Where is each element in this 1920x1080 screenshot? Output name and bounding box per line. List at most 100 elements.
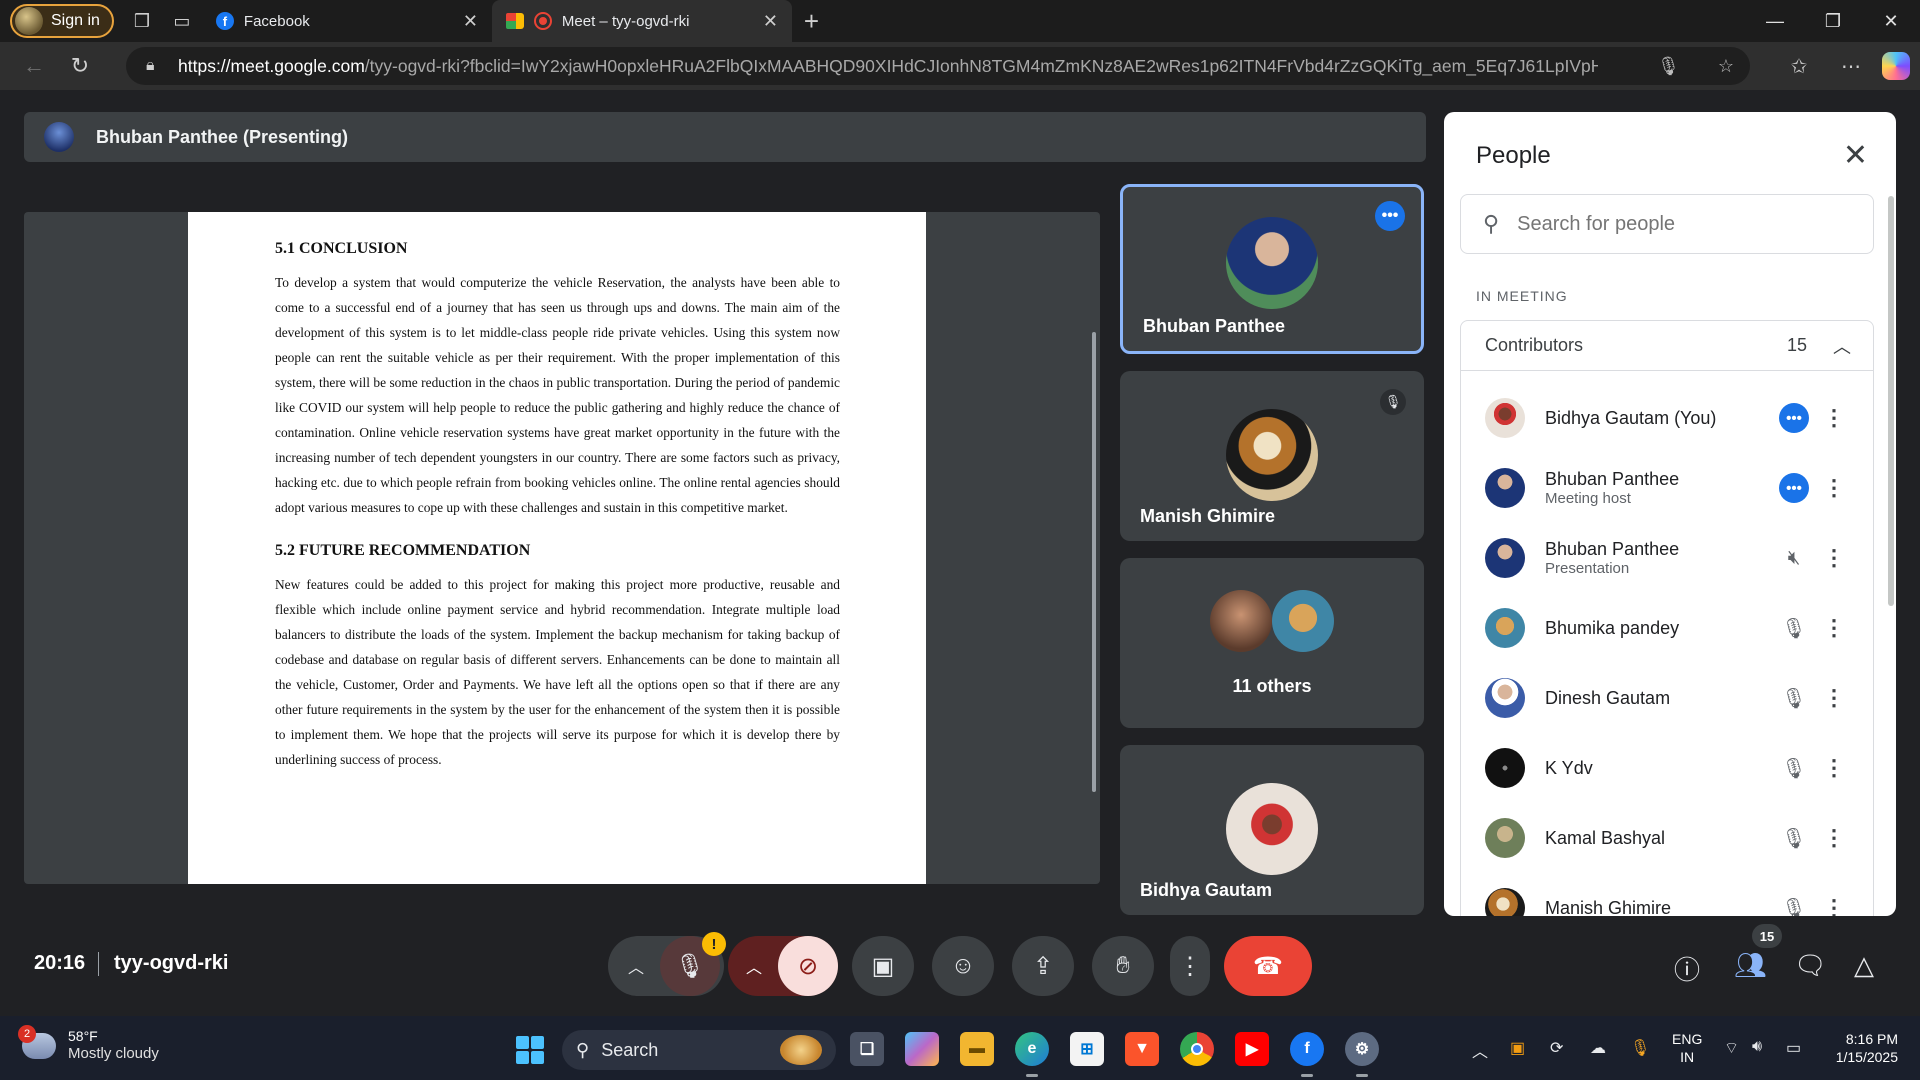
battery-icon[interactable]: ▭: [1786, 1038, 1801, 1058]
chevron-up-icon[interactable]: ︿: [1472, 1038, 1488, 1062]
recommendation-heading: 5.2 FUTURE RECOMMENDATION: [275, 542, 531, 559]
participant-tile-bhuban[interactable]: ••• Bhuban Panthee: [1120, 184, 1424, 354]
avatar: [1485, 468, 1525, 508]
activities-icon[interactable]: △: [1854, 950, 1874, 981]
list-item[interactable]: Dinesh Gautam 🎙︎ ⋮: [1461, 663, 1873, 733]
presentation-scrollbar[interactable]: [1092, 332, 1096, 792]
participant-tile-others[interactable]: 11 others: [1120, 558, 1424, 728]
tab-facebook[interactable]: f Facebook ✕: [202, 0, 492, 42]
close-tab-icon[interactable]: ✕: [763, 11, 778, 32]
camera-button[interactable]: ⊘: [778, 936, 838, 996]
address-bar[interactable]: 🔒︎ https://meet.google.com/tyy-ogvd-rki?…: [126, 47, 1750, 85]
avatar: [1226, 783, 1318, 875]
raise-hand-button[interactable]: ✋︎: [1092, 936, 1154, 996]
workspaces-icon[interactable]: ❒: [122, 1, 162, 41]
lock-icon[interactable]: 🔒︎: [146, 57, 170, 75]
wifi-icon[interactable]: ⌔: [1724, 1038, 1739, 1058]
minimize-icon[interactable]: —: [1746, 0, 1804, 42]
leave-call-button[interactable]: ☎︎: [1224, 936, 1312, 996]
kebab-menu-icon[interactable]: ⋮: [1823, 895, 1845, 916]
list-item[interactable]: Kamal Bashyal 🎙︎ ⋮: [1461, 803, 1873, 873]
divider: [98, 952, 99, 976]
store-icon[interactable]: ⊞: [1070, 1032, 1104, 1066]
facebook-icon[interactable]: f: [1290, 1032, 1324, 1066]
microphone-in-use-icon[interactable]: 🎙︎: [1657, 56, 1680, 77]
back-icon[interactable]: ←: [12, 46, 56, 86]
kebab-menu-icon[interactable]: ⋮: [1823, 825, 1845, 851]
weather-widget[interactable]: 2 58°F Mostly cloudy: [18, 1024, 159, 1063]
reactions-button[interactable]: ☺: [932, 936, 994, 996]
list-item[interactable]: Bhuban Panthee Meeting host ••• ⋮: [1461, 453, 1873, 523]
more-options-button[interactable]: ⋮: [1170, 936, 1210, 996]
kebab-menu-icon[interactable]: ⋮: [1823, 685, 1845, 711]
person-role: Presentation: [1545, 559, 1630, 577]
active-app-indicator: [1301, 1074, 1313, 1077]
search-people-field[interactable]: ⚲: [1460, 194, 1874, 254]
kebab-menu-icon[interactable]: ⋮: [1823, 405, 1845, 431]
avatar: [1485, 538, 1525, 578]
more-options-icon[interactable]: •••: [1779, 473, 1809, 503]
settings-icon[interactable]: ⚙: [1345, 1032, 1379, 1066]
more-options-icon[interactable]: •••: [1779, 403, 1809, 433]
tray-app-icon[interactable]: ▣: [1510, 1038, 1525, 1058]
edge-icon[interactable]: e: [1015, 1032, 1049, 1066]
kebab-menu-icon[interactable]: ⋮: [1823, 615, 1845, 641]
microphone-in-use-icon[interactable]: 🎙︎: [1630, 1038, 1650, 1058]
muted-mic-icon: 🎙︎: [1380, 389, 1406, 415]
list-item[interactable]: Bhumika pandey 🎙︎ ⋮: [1461, 593, 1873, 663]
kebab-menu-icon[interactable]: ⋮: [1823, 475, 1845, 501]
sync-icon[interactable]: ⟳: [1550, 1038, 1563, 1058]
restore-icon[interactable]: ❐: [1804, 0, 1862, 42]
captions-button[interactable]: ▣: [852, 936, 914, 996]
list-item[interactable]: Bhuban Panthee Presentation 🔇︎ ⋮: [1461, 523, 1873, 593]
new-tab-icon[interactable]: +: [804, 6, 819, 37]
taskbar-search[interactable]: ⚲ Search: [562, 1030, 836, 1070]
brave-icon[interactable]: ▼: [1125, 1032, 1159, 1066]
present-screen-button[interactable]: ⇪: [1012, 936, 1074, 996]
tab-actions-icon[interactable]: ▭: [162, 1, 202, 41]
people-icon[interactable]: 👥︎: [1734, 950, 1767, 981]
participant-tile-bidhya[interactable]: Bidhya Gautam: [1120, 745, 1424, 915]
volume-icon[interactable]: 🔊︎: [1752, 1038, 1762, 1056]
list-item[interactable]: Manish Ghimire 🎙︎ ⋮: [1461, 873, 1873, 916]
task-view-icon[interactable]: ❏: [850, 1032, 884, 1066]
contributors-header[interactable]: Contributors 15 ︿: [1461, 321, 1873, 371]
microphone-button[interactable]: 🎙︎ !: [660, 932, 726, 996]
chrome-icon[interactable]: [1180, 1032, 1214, 1066]
kebab-menu-icon[interactable]: ⋮: [1823, 755, 1845, 781]
people-scrollbar[interactable]: [1888, 196, 1894, 606]
youtube-icon[interactable]: ▶: [1235, 1032, 1269, 1066]
windows-start-icon[interactable]: [516, 1036, 544, 1064]
people-panel: People ✕ ⚲ IN MEETING Contributors 15 ︿ …: [1444, 112, 1896, 916]
close-tab-icon[interactable]: ✕: [463, 11, 478, 32]
more-menu-icon[interactable]: ⋯: [1830, 46, 1872, 86]
chevron-up-icon[interactable]: ︿: [1833, 333, 1851, 359]
chat-icon[interactable]: 🗨︎: [1794, 950, 1827, 981]
close-window-icon[interactable]: ✕: [1862, 0, 1920, 42]
muted-mic-icon: 🎙︎: [1781, 827, 1807, 850]
system-clock[interactable]: 8:16 PM 1/15/2025: [1836, 1030, 1898, 1066]
url-text[interactable]: https://meet.google.com/tyy-ogvd-rki?fbc…: [178, 56, 1598, 77]
tab-meet[interactable]: Meet – tyy-ogvd-rki ✕: [491, 0, 792, 42]
favorite-star-icon[interactable]: ☆: [1718, 56, 1734, 77]
list-item[interactable]: Bidhya Gautam (You) ••• ⋮: [1461, 383, 1873, 453]
participant-tile-manish[interactable]: 🎙︎ Manish Ghimire: [1120, 371, 1424, 541]
favorites-icon[interactable]: ✩: [1778, 46, 1820, 86]
input-language[interactable]: ENG IN: [1672, 1030, 1702, 1066]
more-options-icon[interactable]: •••: [1375, 201, 1405, 231]
copilot-app-icon[interactable]: [905, 1032, 939, 1066]
chevron-up-icon[interactable]: ︿: [628, 954, 644, 978]
temperature: 58°F: [68, 1028, 98, 1044]
search-input[interactable]: [1517, 212, 1818, 236]
onedrive-icon[interactable]: ☁︎: [1590, 1038, 1606, 1058]
chevron-up-icon[interactable]: ︿: [746, 954, 762, 978]
close-icon[interactable]: ✕: [1843, 138, 1868, 173]
kebab-menu-icon[interactable]: ⋮: [1823, 545, 1845, 571]
reload-icon[interactable]: ↻: [58, 46, 102, 86]
meeting-info-icon[interactable]: ⓘ: [1674, 950, 1700, 987]
copilot-icon[interactable]: [1882, 52, 1910, 80]
profile-sign-in-button[interactable]: Sign in: [10, 4, 114, 38]
list-item[interactable]: K Ydv 🎙︎ ⋮: [1461, 733, 1873, 803]
file-explorer-icon[interactable]: ▬: [960, 1032, 994, 1066]
tab-title: Meet – tyy-ogvd-rki: [561, 12, 690, 30]
